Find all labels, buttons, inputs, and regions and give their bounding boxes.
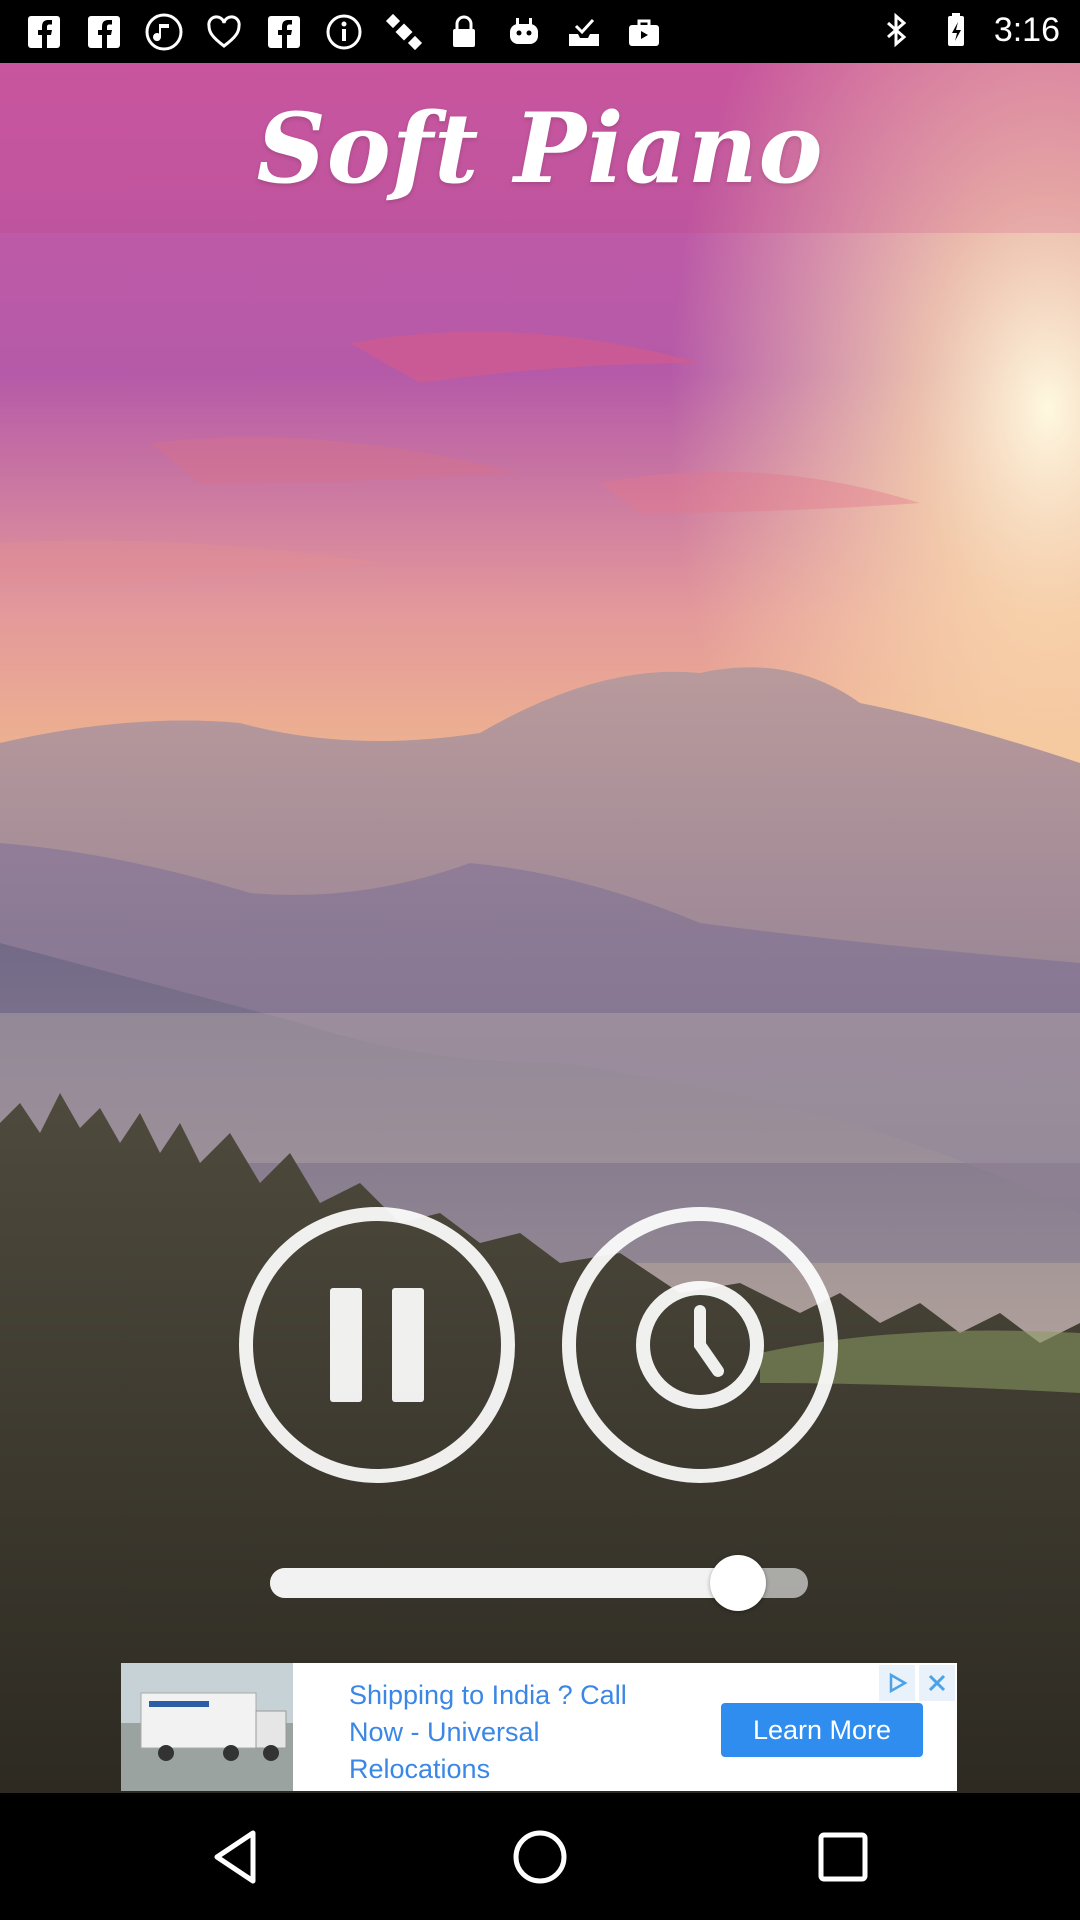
info-icon xyxy=(322,10,366,54)
ad-choices-icon[interactable] xyxy=(879,1665,915,1701)
lock-icon xyxy=(442,10,486,54)
background-landscape xyxy=(0,63,1080,1793)
clock-icon xyxy=(562,1207,838,1483)
notification-icons xyxy=(22,10,666,54)
battery-charging-icon xyxy=(934,8,978,52)
app-header: Soft Piano xyxy=(0,63,1080,233)
recents-button[interactable] xyxy=(811,1825,875,1889)
facebook-icon xyxy=(22,10,66,54)
facebook-icon xyxy=(262,10,306,54)
recents-icon xyxy=(818,1832,868,1882)
ad-text[interactable]: Shipping to India ? Call Now - Universal… xyxy=(349,1677,669,1788)
timer-button[interactable] xyxy=(561,1206,839,1484)
slider-fill xyxy=(270,1568,738,1598)
back-button[interactable] xyxy=(205,1825,269,1889)
pause-button[interactable] xyxy=(238,1206,516,1484)
learn-more-button[interactable]: Learn More xyxy=(721,1703,923,1757)
home-icon xyxy=(513,1830,567,1884)
robot-icon xyxy=(502,10,546,54)
iheartradio-icon xyxy=(202,10,246,54)
tray-check-icon xyxy=(562,10,606,54)
clock: 3:16 xyxy=(993,10,1060,49)
home-button[interactable] xyxy=(508,1825,572,1889)
status-bar: 3:16 xyxy=(0,0,1080,63)
slider-knob[interactable] xyxy=(710,1555,766,1611)
volume-slider[interactable] xyxy=(270,1555,808,1611)
back-icon xyxy=(214,1830,256,1884)
briefcase-icon xyxy=(622,10,666,54)
close-icon[interactable] xyxy=(919,1665,955,1701)
facebook-icon xyxy=(82,10,126,54)
ad-banner[interactable]: Shipping to India ? Call Now - Universal… xyxy=(121,1663,957,1791)
system-status: 3:16 xyxy=(874,8,1060,52)
satellite-icon xyxy=(382,10,426,54)
pause-icon xyxy=(239,1207,515,1483)
bluetooth-icon xyxy=(874,8,918,52)
navigation-bar xyxy=(0,1793,1080,1920)
music-note-icon xyxy=(142,10,186,54)
app-title: Soft Piano xyxy=(256,91,824,205)
ad-image xyxy=(121,1663,293,1791)
